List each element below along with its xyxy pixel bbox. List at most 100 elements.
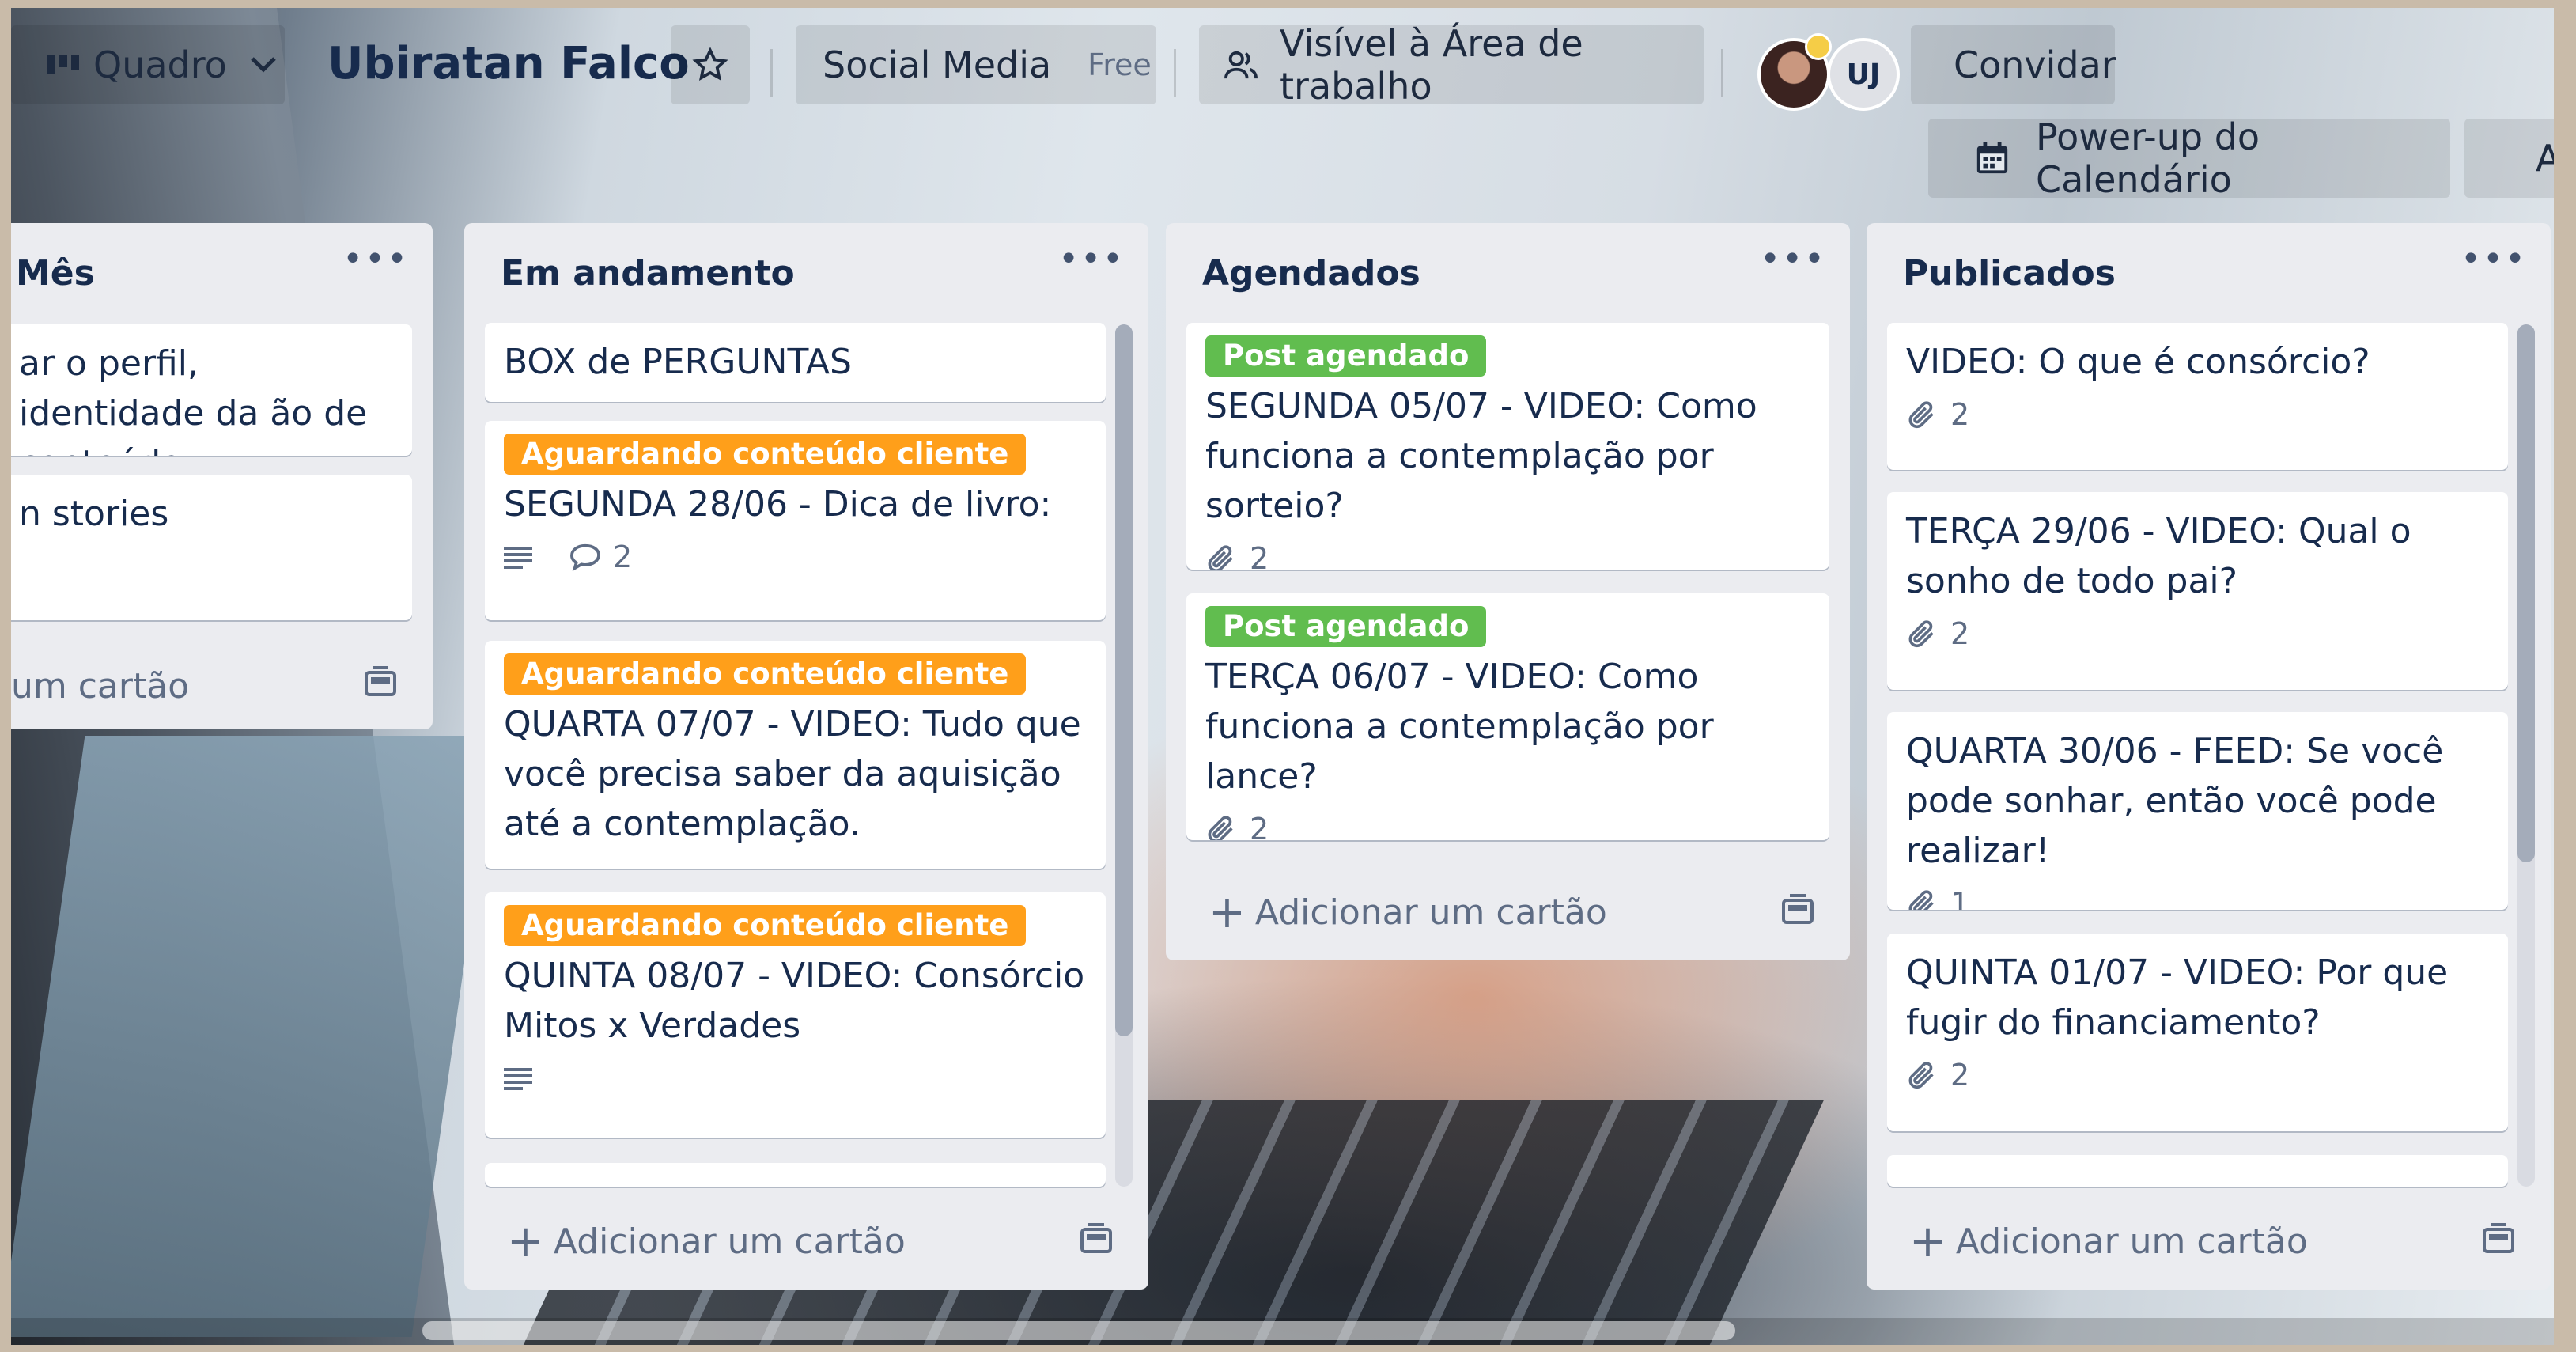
card-badges: [504, 1051, 1087, 1106]
card-title: ar o perfil, identidade da ão de conteúd…: [19, 343, 368, 456]
menu-dots-icon[interactable]: •••: [1760, 239, 1826, 279]
card-title: QUARTA 07/07 - VIDEO: Tudo que você prec…: [504, 704, 1081, 844]
list-card[interactable]: Post agendado SEGUNDA 05/07 - VIDEO: Com…: [1186, 323, 1829, 570]
list-card[interactable]: TERÇA 29/06 - VIDEO: Qual o sonho de tod…: [1887, 492, 2508, 690]
card-title: QUINTA 01/07 - VIDEO: Por que fugir do f…: [1906, 952, 2449, 1043]
list-card[interactable]: n stories: [11, 475, 412, 620]
add-card-button[interactable]: + Adicionar um cartão: [1909, 1215, 2308, 1267]
card-title: TERÇA 29/06 - VIDEO: Qual o sonho de tod…: [1906, 511, 2411, 601]
list-card[interactable]: QUINTA 01/07 - VIDEO: Por que fugir do f…: [1887, 934, 2508, 1131]
star-icon: [692, 47, 728, 83]
list-scrollbar-thumb[interactable]: [2517, 324, 2535, 862]
avatar-initials: UJ: [1846, 58, 1881, 91]
list-em-andamento: Em andamento ••• BOX de PERGUNTAS Aguard…: [464, 223, 1148, 1290]
workspace-plan-badge: Free: [1088, 47, 1152, 82]
view-switcher-label: Quadro: [93, 44, 227, 86]
board-title[interactable]: Ubiratan Falco: [327, 38, 690, 89]
list-publicados: Publicados ••• VIDEO: O que é consórcio?…: [1867, 223, 2551, 1290]
list-scrollbar-thumb[interactable]: [1115, 324, 1133, 1036]
attachment-count: 2: [1950, 397, 1970, 432]
attachment-count: 2: [1950, 1058, 1970, 1093]
add-card-button[interactable]: um cartão: [11, 666, 189, 706]
header-divider: [770, 49, 773, 97]
card-title: SEGUNDA 05/07 - VIDEO: Como funciona a c…: [1205, 386, 1757, 526]
calendar-icon: [1974, 140, 2010, 176]
visibility-button[interactable]: Visível à Área de trabalho: [1199, 22, 1704, 108]
list-title[interactable]: Mês: [16, 253, 95, 294]
list-title[interactable]: Publicados: [1903, 253, 2116, 294]
card-title: QUARTA 30/06 - FEED: Se você pode sonhar…: [1906, 731, 2444, 871]
background-laptop-screen: [11, 736, 497, 1337]
menu-dots-icon[interactable]: •••: [1058, 239, 1125, 279]
list-card[interactable]: ar o perfil, identidade da ão de conteúd…: [11, 324, 412, 456]
board-icon: [47, 53, 82, 77]
menu-dots-icon[interactable]: •••: [342, 239, 409, 279]
attachment-icon: [1906, 888, 1950, 910]
plus-icon: +: [507, 1215, 544, 1267]
list-title[interactable]: Agendados: [1202, 253, 1420, 294]
list-card[interactable]: [1887, 1155, 2508, 1187]
menu-dots-icon[interactable]: •••: [2461, 239, 2527, 279]
list-scrollbar[interactable]: [1115, 324, 1133, 1187]
attachment-icon: [1205, 543, 1250, 570]
list-title[interactable]: Em andamento: [501, 253, 795, 294]
list-card[interactable]: Post agendado TERÇA 06/07 - VIDEO: Como …: [1186, 593, 1829, 840]
card-label: Aguardando conteúdo cliente: [504, 653, 1027, 695]
view-switcher-button[interactable]: Quadro: [11, 25, 285, 104]
list-card[interactable]: Aguardando conteúdo cliente QUINTA 08/07…: [485, 892, 1106, 1138]
workspace-button[interactable]: Social Media Free: [796, 25, 1156, 104]
calendar-powerup-label: Power-up do Calendário: [2036, 116, 2260, 201]
comment-count: 2: [613, 540, 633, 574]
board-horizontal-scrollbar-thumb[interactable]: [422, 1321, 1735, 1340]
board-background: Quadro Ubiratan Falco Social Media Free …: [11, 8, 2554, 1345]
add-card-button[interactable]: + Adicionar um cartão: [507, 1215, 906, 1267]
add-card-label: um cartão: [11, 666, 190, 706]
plus-icon: +: [1209, 886, 1246, 938]
add-card-button[interactable]: + Adicionar um cartão: [1209, 886, 1607, 938]
add-card-label: Adicionar um cartão: [553, 1221, 906, 1262]
attachment-icon: [1906, 1059, 1950, 1091]
card-title: TERÇA 06/07 - VIDEO: Como funciona a con…: [1205, 657, 1714, 797]
header-divider: [1721, 49, 1723, 97]
comment-icon: [569, 543, 613, 571]
board-horizontal-scrollbar[interactable]: [11, 1318, 2554, 1345]
template-icon[interactable]: [363, 666, 398, 701]
template-icon[interactable]: [1780, 894, 1815, 929]
automation-button[interactable]: Au: [2464, 119, 2554, 198]
list-agendados: Agendados ••• Post agendado SEGUNDA 05/0…: [1166, 223, 1850, 960]
list-scrollbar[interactable]: [2517, 324, 2535, 1187]
attachment-icon: [1906, 618, 1950, 649]
template-icon[interactable]: [1079, 1223, 1114, 1258]
star-button[interactable]: [671, 25, 750, 104]
list-card[interactable]: [485, 1163, 1106, 1187]
calendar-powerup-button[interactable]: Power-up do Calendário: [1928, 116, 2450, 201]
list-card[interactable]: BOX de PERGUNTAS: [485, 323, 1106, 402]
attachment-icon: [1205, 813, 1250, 840]
card-title: QUINTA 08/07 - VIDEO: Consórcio Mitos x …: [504, 956, 1085, 1046]
chevron-down-icon: [249, 55, 278, 74]
card-label: Aguardando conteúdo cliente: [504, 905, 1027, 946]
card-title: VIDEO: O que é consórcio?: [1906, 342, 2370, 382]
list-card[interactable]: QUARTA 30/06 - FEED: Se você pode sonhar…: [1887, 712, 2508, 910]
list-card[interactable]: Aguardando conteúdo cliente SEGUNDA 28/0…: [485, 421, 1106, 620]
add-card-label: Adicionar um cartão: [1254, 892, 1607, 933]
description-icon: [504, 545, 548, 569]
card-title: BOX de PERGUNTAS: [504, 342, 852, 382]
plus-icon: +: [1909, 1215, 1946, 1267]
people-icon: [1223, 48, 1259, 81]
card-badges: 2: [1906, 387, 2489, 442]
card-badges: 2: [1906, 606, 2489, 661]
admin-badge-icon: [1805, 33, 1832, 60]
description-icon: [504, 1066, 548, 1090]
attachment-count: 2: [1950, 616, 1970, 651]
list-card[interactable]: Aguardando conteúdo cliente QUARTA 07/07…: [485, 641, 1106, 869]
invite-button[interactable]: Convidar: [1911, 25, 2116, 104]
card-label: Aguardando conteúdo cliente: [504, 434, 1027, 475]
card-badges: 2: [1906, 1047, 2489, 1103]
card-label: Post agendado: [1205, 606, 1487, 647]
list-card[interactable]: VIDEO: O que é consórcio? 2: [1887, 323, 2508, 470]
template-icon[interactable]: [2481, 1223, 2516, 1258]
card-title: n stories: [19, 494, 169, 534]
invite-label: Convidar: [1954, 44, 2116, 86]
avatar[interactable]: UJ: [1827, 38, 1900, 111]
